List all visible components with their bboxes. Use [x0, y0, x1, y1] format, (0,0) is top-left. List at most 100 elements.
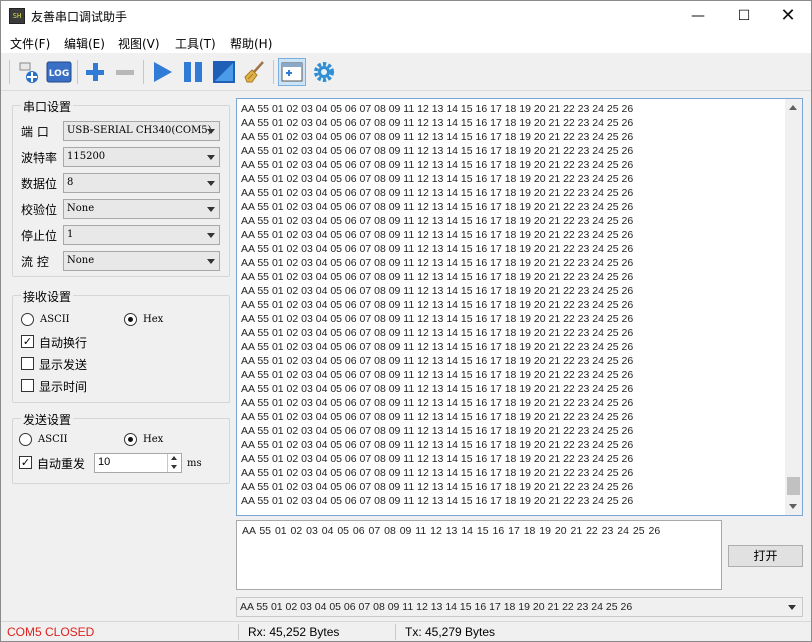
- chevron-down-icon[interactable]: [171, 465, 177, 469]
- send-ascii-radio[interactable]: [19, 433, 32, 446]
- received-line: AA 55 01 02 03 04 05 06 07 08 09 11 12 1…: [241, 439, 634, 451]
- log-icon[interactable]: LOG: [45, 58, 73, 86]
- received-line: AA 55 01 02 03 04 05 06 07 08 09 11 12 1…: [241, 187, 634, 199]
- app-icon: SH: [9, 8, 25, 24]
- parity-select[interactable]: None: [63, 199, 220, 219]
- received-line: AA 55 01 02 03 04 05 06 07 08 09 11 12 1…: [241, 257, 634, 269]
- receive-settings-title: 接收设置: [21, 288, 74, 305]
- chevron-down-icon: [207, 259, 215, 264]
- receive-text-area[interactable]: AA 55 01 02 03 04 05 06 07 08 09 11 12 1…: [236, 98, 803, 516]
- baud-rate-select[interactable]: 115200: [63, 147, 220, 167]
- port-status: COM5 CLOSED: [7, 625, 95, 639]
- open-port-button[interactable]: 打开: [728, 545, 803, 567]
- received-line: AA 55 01 02 03 04 05 06 07 08 09 11 12 1…: [241, 425, 634, 437]
- received-line: AA 55 01 02 03 04 05 06 07 08 09 11 12 1…: [241, 271, 634, 283]
- show-time-checkbox[interactable]: [21, 379, 34, 392]
- data-bits-value: 8: [67, 177, 74, 188]
- show-time-label: 显示时间: [39, 380, 88, 394]
- window-add-icon[interactable]: [278, 58, 306, 86]
- show-send-checkbox[interactable]: [21, 357, 34, 370]
- toolbar-separator: [273, 60, 274, 84]
- resend-interval-value: 10: [98, 456, 111, 468]
- send-hex-radio[interactable]: [124, 433, 137, 446]
- received-line: AA 55 01 02 03 04 05 06 07 08 09 11 12 1…: [241, 159, 634, 171]
- received-line: AA 55 01 02 03 04 05 06 07 08 09 11 12 1…: [241, 201, 634, 213]
- scroll-thumb[interactable]: [787, 477, 800, 495]
- stop-bits-label: 停止位: [21, 229, 58, 243]
- received-line: AA 55 01 02 03 04 05 06 07 08 09 11 12 1…: [241, 495, 634, 507]
- broom-clear-icon[interactable]: [241, 58, 269, 86]
- receive-scrollbar[interactable]: [785, 99, 802, 515]
- receive-ascii-radio[interactable]: [21, 313, 34, 326]
- port-value: USB-SERIAL CH340(COM5): [67, 125, 212, 136]
- stop-icon[interactable]: [210, 58, 238, 86]
- flow-control-value: None: [67, 255, 95, 266]
- menu-help[interactable]: 帮助(H): [230, 35, 272, 52]
- received-line: AA 55 01 02 03 04 05 06 07 08 09 11 12 1…: [241, 369, 634, 381]
- received-line: AA 55 01 02 03 04 05 06 07 08 09 11 12 1…: [241, 411, 634, 423]
- send-settings-title: 发送设置: [21, 411, 74, 428]
- chevron-down-icon: [207, 129, 215, 134]
- menu-file[interactable]: 文件(F): [10, 35, 50, 52]
- send-text-area[interactable]: AA 55 01 02 03 04 05 06 07 08 09 11 12 1…: [236, 520, 722, 590]
- auto-wrap-checkbox[interactable]: ✓: [21, 335, 34, 348]
- close-button[interactable]: ✕: [765, 1, 811, 31]
- toolbar-separator: [143, 60, 144, 84]
- received-line: AA 55 01 02 03 04 05 06 07 08 09 11 12 1…: [241, 285, 634, 297]
- send-history-select[interactable]: AA 55 01 02 03 04 05 06 07 08 09 11 12 1…: [236, 597, 803, 617]
- menu-bar: 文件(F) 编辑(E) 视图(V) 工具(T) 帮助(H): [1, 31, 811, 53]
- add-icon[interactable]: [81, 58, 109, 86]
- pause-icon[interactable]: [179, 58, 207, 86]
- scroll-up-icon[interactable]: [789, 105, 797, 110]
- received-line: AA 55 01 02 03 04 05 06 07 08 09 11 12 1…: [241, 327, 634, 339]
- settings-gear-icon[interactable]: [310, 58, 338, 86]
- play-icon[interactable]: [148, 58, 176, 86]
- send-hex-label: Hex: [143, 434, 164, 445]
- received-line: AA 55 01 02 03 04 05 06 07 08 09 11 12 1…: [241, 481, 634, 493]
- menu-view[interactable]: 视图(V): [118, 35, 160, 52]
- stepper-buttons[interactable]: [167, 454, 181, 472]
- stop-bits-value: 1: [67, 229, 74, 240]
- data-bits-select[interactable]: 8: [63, 173, 220, 193]
- status-divider: [238, 624, 239, 640]
- show-send-label: 显示发送: [39, 358, 88, 372]
- toolbar-separator: [77, 60, 78, 84]
- received-line: AA 55 01 02 03 04 05 06 07 08 09 11 12 1…: [241, 243, 634, 255]
- stop-bits-select[interactable]: 1: [63, 225, 220, 245]
- received-line: AA 55 01 02 03 04 05 06 07 08 09 11 12 1…: [241, 467, 634, 479]
- received-line: AA 55 01 02 03 04 05 06 07 08 09 11 12 1…: [241, 453, 634, 465]
- received-line: AA 55 01 02 03 04 05 06 07 08 09 11 12 1…: [241, 341, 634, 353]
- send-ascii-label: ASCII: [38, 434, 68, 445]
- scroll-down-icon[interactable]: [789, 504, 797, 509]
- serial-settings-group: 串口设置 端 口 USB-SERIAL CH340(COM5) 波特率 1152…: [12, 98, 230, 277]
- title-bar: SH 友善串口调试助手 — ☐ ✕: [1, 1, 811, 31]
- receive-hex-radio[interactable]: [124, 313, 137, 326]
- open-port-icon[interactable]: [15, 58, 43, 86]
- received-line: AA 55 01 02 03 04 05 06 07 08 09 11 12 1…: [241, 313, 634, 325]
- parity-value: None: [67, 203, 95, 214]
- receive-settings-group: 接收设置 ASCII Hex ✓ 自动换行 显示发送 显示时间: [12, 288, 230, 403]
- serial-settings-title: 串口设置: [21, 98, 74, 115]
- menu-edit[interactable]: 编辑(E): [64, 35, 105, 52]
- flow-control-select[interactable]: None: [63, 251, 220, 271]
- auto-resend-checkbox[interactable]: ✓: [19, 456, 32, 469]
- received-line: AA 55 01 02 03 04 05 06 07 08 09 11 12 1…: [241, 145, 634, 157]
- auto-resend-label: 自动重发: [37, 457, 86, 471]
- toolbar: LOG: [1, 54, 811, 91]
- chevron-up-icon[interactable]: [171, 456, 177, 460]
- received-line: AA 55 01 02 03 04 05 06 07 08 09 11 12 1…: [241, 397, 634, 409]
- remove-icon[interactable]: [111, 58, 139, 86]
- received-line: AA 55 01 02 03 04 05 06 07 08 09 11 12 1…: [241, 355, 634, 367]
- minimize-button[interactable]: —: [675, 1, 721, 31]
- received-line: AA 55 01 02 03 04 05 06 07 08 09 11 12 1…: [241, 215, 634, 227]
- send-settings-group: 发送设置 ASCII Hex ✓ 自动重发 10 ms: [12, 411, 230, 484]
- send-history-value: AA 55 01 02 03 04 05 06 07 08 09 11 12 1…: [240, 601, 633, 613]
- received-line: AA 55 01 02 03 04 05 06 07 08 09 11 12 1…: [241, 229, 634, 241]
- maximize-button[interactable]: ☐: [721, 1, 767, 31]
- port-label: 端 口: [21, 125, 49, 139]
- menu-tools[interactable]: 工具(T): [175, 35, 216, 52]
- chevron-down-icon: [207, 233, 215, 238]
- chevron-down-icon: [207, 181, 215, 186]
- resend-interval-stepper[interactable]: 10: [94, 453, 182, 473]
- port-select[interactable]: USB-SERIAL CH340(COM5): [63, 121, 220, 141]
